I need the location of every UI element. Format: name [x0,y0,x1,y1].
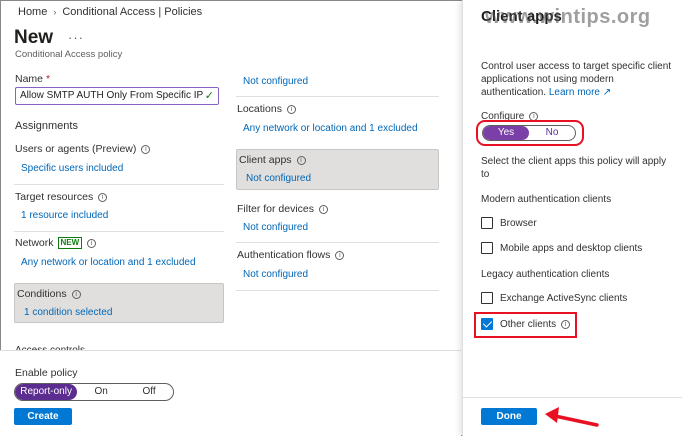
auth-flows-link[interactable]: Not configured [243,269,308,280]
locations-link[interactable]: Any network or location and 1 excluded [243,123,418,134]
more-icon[interactable]: ··· [68,30,84,45]
locations-label-text: Locations [237,103,282,115]
create-button[interactable]: Create [14,408,72,425]
users-label: Users or agents (Preview) i [15,143,151,155]
option-report-only[interactable]: Report-only [15,384,78,400]
client-apps-label-text: Client apps [239,154,292,166]
info-icon[interactable]: i [335,251,345,260]
users-label-text: Users or agents (Preview) [15,143,137,155]
info-icon[interactable]: i [319,205,329,214]
page-title: New [14,27,54,48]
assignments-heading: Assignments [15,120,78,132]
panel-description: Control user access to target specific c… [481,60,676,99]
conditions-section[interactable]: Conditions i 1 condition selected [14,283,224,323]
divider [14,184,224,185]
conditions-label-text: Conditions [17,288,67,300]
exchange-activesync-checkbox[interactable] [481,292,493,304]
divider [463,397,682,398]
network-label-text: Network [15,237,54,249]
browser-option[interactable]: Browser [481,217,537,229]
target-resources-label: Target resources i [15,191,108,203]
annotation-highlight [476,120,584,146]
name-label: Name * [15,73,50,85]
done-button[interactable]: Done [481,408,537,425]
divider [236,290,439,291]
page-subtitle: Conditional Access policy [15,49,123,60]
info-icon[interactable]: i [87,239,97,248]
option-off[interactable]: Off [125,384,173,400]
client-apps-link[interactable]: Not configured [246,173,311,184]
option-on[interactable]: On [77,384,125,400]
locations-label: Locations i [237,103,296,115]
filter-devices-label: Filter for devices i [237,203,329,215]
enable-policy-toggle[interactable]: Report-only On Off [14,383,174,401]
mobile-desktop-label: Mobile apps and desktop clients [500,242,643,254]
learn-more-link[interactable]: Learn more ↗ [549,87,611,98]
target-resources-label-text: Target resources [15,191,94,203]
info-icon[interactable]: i [98,193,108,202]
client-apps-condition[interactable]: Client apps i Not configured [236,149,439,190]
breadcrumb-home[interactable]: Home [18,6,47,18]
divider [236,96,439,97]
mobile-desktop-option[interactable]: Mobile apps and desktop clients [481,242,642,254]
users-link[interactable]: Specific users included [21,163,123,174]
exchange-activesync-label: Exchange ActiveSync clients [500,292,628,304]
watermark: www.wintips.org [485,6,651,28]
policy-name-input[interactable]: Allow SMTP AUTH Only From Specific IP ✓ [15,87,219,105]
exchange-activesync-option[interactable]: Exchange ActiveSync clients [481,292,627,304]
auth-flows-label-text: Authentication flows [237,249,331,261]
select-apps-text: Select the client apps this policy will … [481,156,667,180]
client-apps-label: Client apps i [239,154,306,166]
legacy-auth-heading: Legacy authentication clients [481,269,610,280]
name-label-text: Name [15,73,44,85]
info-icon[interactable]: i [141,145,151,154]
filter-devices-link[interactable]: Not configured [243,222,308,233]
conditions-link[interactable]: 1 condition selected [24,307,112,318]
enable-policy-label: Enable policy [15,367,78,379]
conditions-label: Conditions i [17,288,81,300]
modern-auth-heading: Modern authentication clients [481,194,612,205]
browser-label: Browser [500,217,537,229]
client-apps-panel: Client apps www.wintips.org Control user… [462,0,682,436]
auth-flows-label: Authentication flows i [237,249,345,261]
target-resources-link[interactable]: 1 resource included [21,210,108,221]
breadcrumb: Home › Conditional Access | Policies [18,6,202,18]
mobile-desktop-checkbox[interactable] [481,242,493,254]
info-icon[interactable]: i [286,105,296,114]
new-badge: NEW [57,237,83,249]
required-marker: * [45,73,51,85]
breadcrumb-current[interactable]: Conditional Access | Policies [62,6,202,18]
info-icon[interactable]: i [71,290,81,299]
breadcrumb-separator: › [53,7,57,17]
annotation-arrow-icon [545,407,599,427]
annotation-highlight [474,312,577,338]
policy-name-value: Allow SMTP AUTH Only From Specific IP [20,90,204,101]
browser-checkbox[interactable] [481,217,493,229]
network-label: Network NEW i [15,237,97,249]
divider [236,242,439,243]
network-link[interactable]: Any network or location and 1 excluded [21,257,196,268]
filter-devices-label-text: Filter for devices [237,203,315,215]
condition-top-link[interactable]: Not configured [243,76,308,87]
divider [14,231,224,232]
info-icon[interactable]: i [296,156,306,165]
checkmark-icon: ✓ [204,90,214,102]
